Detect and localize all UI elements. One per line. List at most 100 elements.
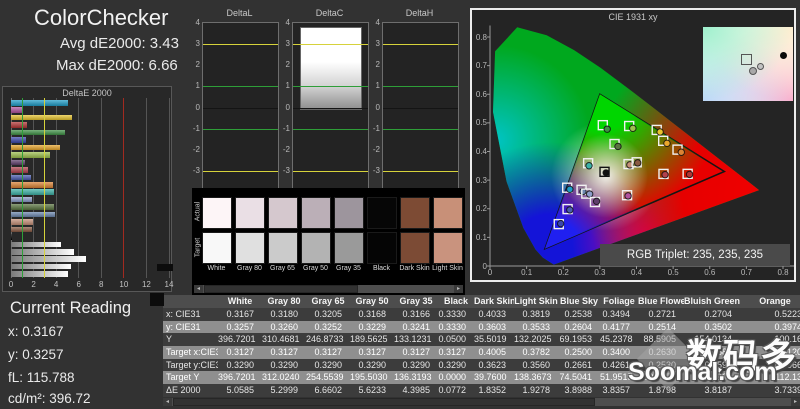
cie-y-tick-label: 0.4 [475,147,487,156]
zero-line [203,107,278,109]
y-tick-label: 3 [375,38,380,48]
x-tick-label: 8 [99,280,104,289]
table-cell: 39.7600 [474,372,507,383]
table-cell: 0.3290 [402,359,430,370]
y-tick-label: -2 [282,145,290,154]
swatch-label-blue-sky: Blue Sky [464,265,465,272]
table-cell: 189.5625 [350,334,388,345]
reference-line--1 [203,128,278,130]
table-cell: 0.3330 [438,321,466,332]
actual-swatch-gray-80 [235,197,265,229]
cie-x-tick-label: 0.7 [740,268,752,277]
x-tick-label: 2 [31,280,36,289]
table-cell: 195.5030 [350,372,388,383]
y-tick-label: 1 [285,81,290,91]
actual-swatch-white [202,197,232,229]
table-cell: 310.4681 [262,334,300,345]
cie-y-tick-label: 0.2 [475,204,487,214]
column-header: Light Skin [514,296,558,306]
actual-marker-purplish-blue [566,206,574,214]
target-swatch-light-skin [433,232,463,264]
cie-x-tick-label: 0.3 [594,268,606,277]
actual-marker-blue-flower [585,190,594,198]
row-label: x: CIE31 [166,309,201,319]
actual-swatch-gray-35 [334,197,364,229]
swatch-label-gray-80: Gray 80 [237,265,262,272]
table-cell: 0.3290 [226,359,254,370]
table-cell: 0.3330 [438,309,466,319]
reference-line-1 [383,86,458,88]
swatch-scrollbar-thumb[interactable] [204,285,358,293]
table-cell: 45.2378 [600,334,633,345]
table-cell: 0.0000 [438,372,466,383]
table-cell: 0.3603 [478,321,506,332]
chart-deltah [382,22,459,194]
table-cell: 69.1953 [559,334,592,345]
actual-marker-orange [677,148,685,156]
chart-title-deltah: DeltaH [405,8,434,18]
cie-y-tick-label: 0 [482,261,487,271]
column-header: Gray 35 [399,296,433,306]
inset-actual-dot [749,67,757,75]
cie-x-tick-label: 0.4 [630,268,643,277]
x-tick-label: 12 [141,280,151,289]
table-cell: 246.8733 [306,334,344,345]
table-cell: 0.3290 [358,359,386,370]
deltae-bar-black [11,234,12,240]
table-cell: 138.3673 [514,372,552,383]
actual-marker-moderate-red [661,170,669,179]
scroll-left-icon[interactable]: ◂ [194,285,203,293]
target-swatch-gray-80 [235,232,265,264]
y-tick-label: 0 [375,102,380,112]
table-cell: 0.2704 [704,309,732,319]
actual-marker-magenta [624,192,632,200]
actual-marker-red [685,170,694,179]
reference-line--3 [293,171,368,173]
target-row-label: Target [194,237,202,258]
inset-actual-dot [757,63,764,70]
table-cell: 0.3127 [314,347,342,358]
table-cell: 254.5539 [306,372,344,383]
swatch-label-dark-skin: Dark Skin [399,265,430,272]
table-cell: 0.3205 [314,309,342,319]
table-scrollbar[interactable]: ◂ ▸ [163,398,800,406]
chart-title-deltal: DeltaL [226,8,253,18]
actual-marker-bluish-green [585,162,593,170]
y-tick-label: -1 [372,123,380,133]
cie-y-tick-label: 0.1 [475,232,487,242]
scroll-right-icon[interactable]: ▸ [791,398,800,406]
y-tick-label: 4 [375,17,380,27]
deltac-gray-bars [300,27,362,110]
scroll-left-icon[interactable]: ◂ [163,398,172,406]
table-cell: 0.3290 [314,359,342,370]
column-header: Blue Sky [559,296,599,306]
actual-swatch-gray-50 [301,197,331,229]
table-cell: 0.3560 [522,359,550,370]
table-cell: 0.3290 [270,359,298,370]
actual-marker-white [602,169,610,177]
table-scrollbar-thumb[interactable] [173,398,595,406]
table-cell: 133.1231 [394,334,432,345]
reference-line-3 [293,43,368,45]
swatch-label-light-skin: Light Skin [432,265,463,272]
table-cell: 1.9278 [522,385,550,396]
column-header: Bluish Green [684,296,740,306]
table-cell: 0.3167 [226,309,254,319]
scroll-right-icon[interactable]: ▸ [454,285,463,293]
y-tick-label: 4 [195,17,200,27]
y-tick-label: 1 [375,81,380,91]
table-cell: 0.2661 [564,359,592,370]
target-swatch-gray-35 [334,232,364,264]
actual-marker-orange-yellow [663,139,671,148]
swatch-label-white: White [207,265,226,272]
y-tick-label: -1 [282,123,290,133]
column-header: Black [443,296,469,306]
cie-y-tick-label: 0.7 [475,61,487,71]
swatch-scrollbar[interactable]: ◂ ▸ [194,285,463,293]
reading-y: y: 0.3257 [8,347,64,362]
deltae-bar-blue-sky [11,211,55,218]
cie-y-tick-label: 0.6 [475,89,487,99]
table-cell: 312.0240 [262,372,300,383]
table-cell: 0.5223 [774,309,800,319]
deltae-bar-gray-35 [11,241,61,248]
